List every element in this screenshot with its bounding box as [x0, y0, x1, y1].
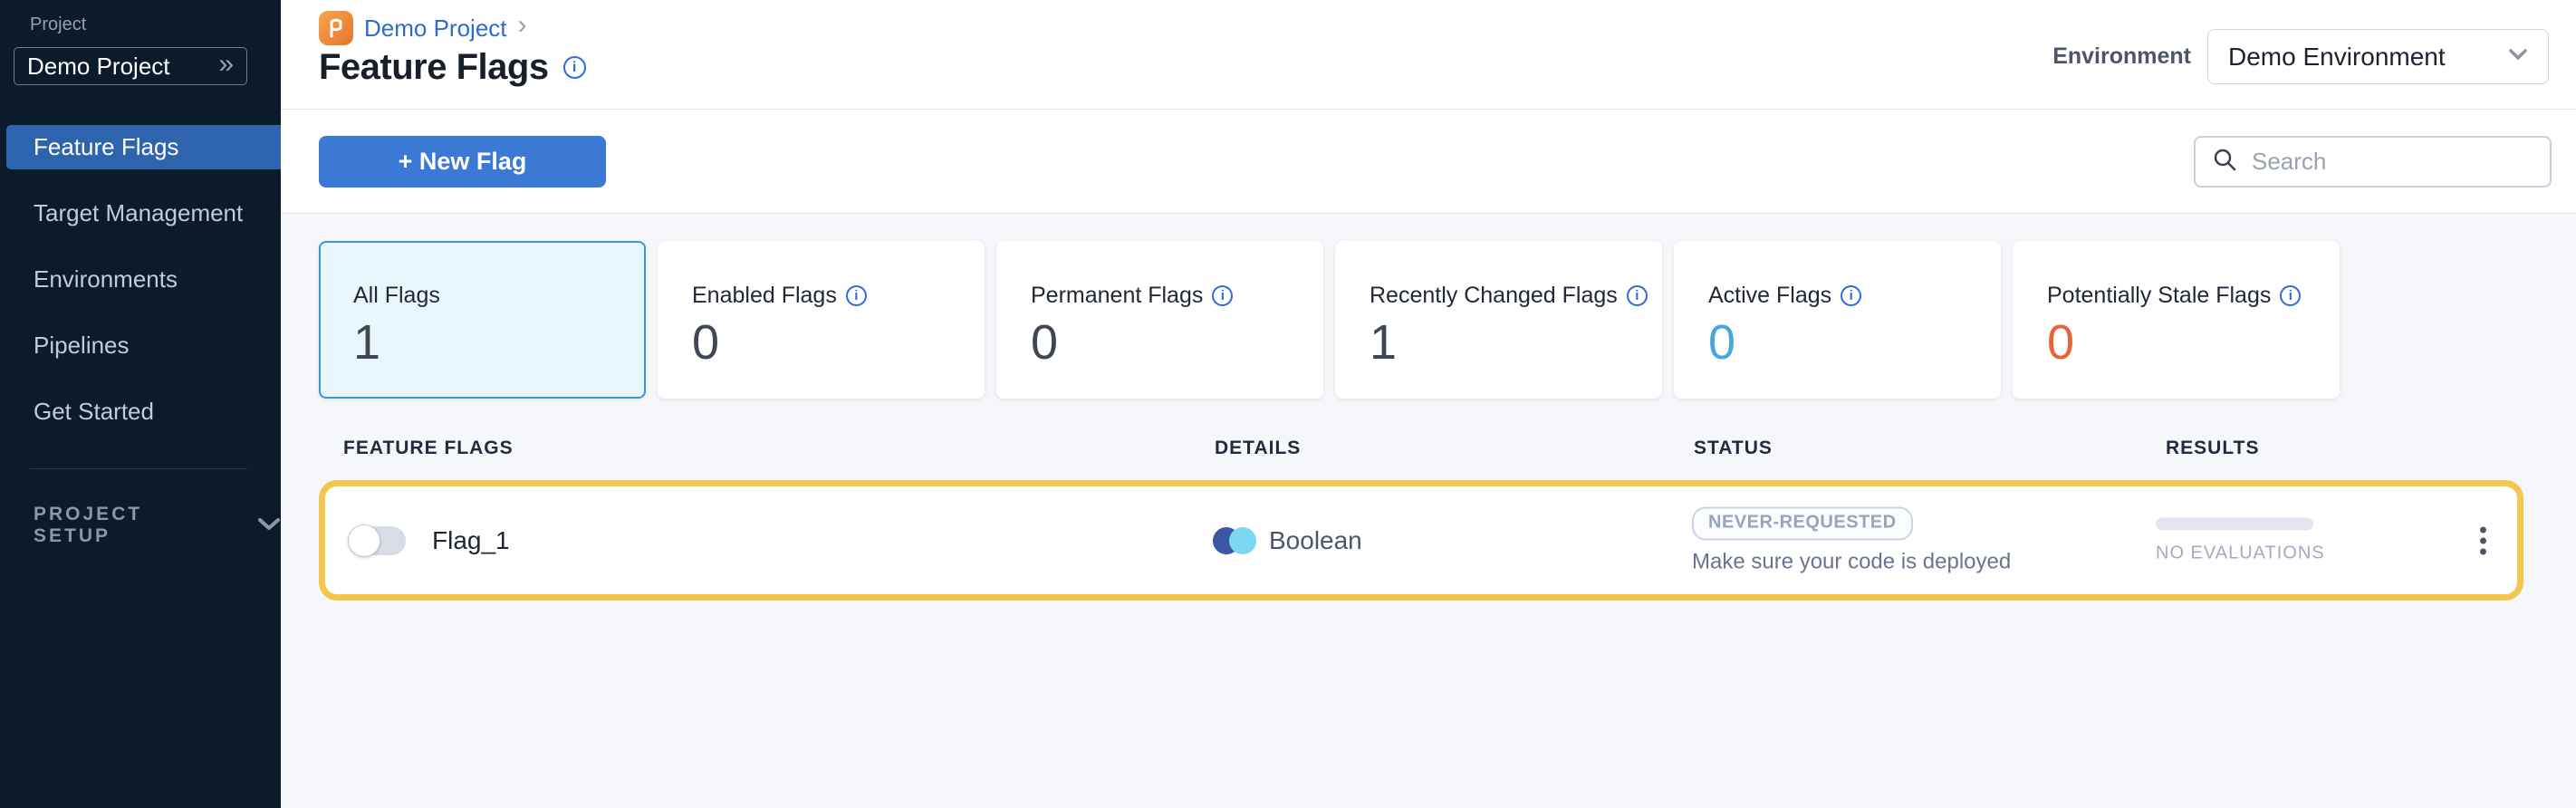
info-icon[interactable]: i	[1212, 285, 1233, 306]
environment-value: Demo Environment	[2228, 43, 2508, 72]
card-value: 0	[2047, 318, 2305, 367]
sidebar-nav: Feature Flags Target Management Environm…	[0, 125, 281, 456]
new-flag-button[interactable]: + New Flag	[319, 136, 606, 188]
page-header: Demo Project › Feature Flags i Environme…	[281, 0, 2576, 110]
breadcrumb: Demo Project ›	[319, 11, 527, 45]
sidebar-item-feature-flags[interactable]: Feature Flags	[6, 125, 281, 169]
double-chevron-right-icon[interactable]: »	[218, 51, 234, 78]
card-label: Recently Changed Flags	[1370, 283, 1618, 309]
card-active-flags[interactable]: Active Flags i 0	[1674, 241, 2001, 399]
flag-name[interactable]: Flag_1	[432, 526, 510, 555]
feature-flags-page: Project Demo Project » Feature Flags Tar…	[0, 0, 2576, 808]
search-box	[2194, 136, 2552, 188]
chevron-down-icon	[2508, 48, 2528, 65]
flag-type: Boolean	[1213, 526, 1362, 555]
project-name: Demo Project	[27, 53, 218, 81]
title-info-icon[interactable]: i	[563, 56, 586, 79]
search-input[interactable]	[2250, 147, 2557, 177]
sidebar-divider	[30, 468, 247, 469]
card-enabled-flags[interactable]: Enabled Flags i 0	[658, 241, 985, 399]
environment-label: Environment	[2052, 43, 2191, 70]
search-icon	[2212, 147, 2237, 177]
column-header-feature-flags: FEATURE FLAGS	[343, 438, 514, 459]
results-placeholder-bar	[2156, 517, 2313, 530]
flag-results: NO EVALUATIONS	[2156, 517, 2325, 563]
chevron-down-icon	[257, 516, 281, 535]
sidebar: Project Demo Project » Feature Flags Tar…	[0, 0, 281, 808]
column-header-details: DETAILS	[1215, 438, 1301, 459]
card-value: 1	[1370, 318, 1628, 367]
feature-flags-app-icon	[319, 11, 353, 45]
toolbar: + New Flag	[281, 110, 2576, 214]
flag-type-label: Boolean	[1269, 526, 1362, 555]
boolean-icon	[1213, 527, 1256, 554]
status-message: Make sure your code is deployed	[1692, 549, 2011, 574]
card-value: 0	[692, 318, 950, 367]
main-content: All Flags 1 Enabled Flags i 0 Permanent F…	[281, 214, 2576, 808]
card-label: Potentially Stale Flags	[2047, 283, 2271, 309]
card-label: Enabled Flags	[692, 283, 837, 309]
card-label: Permanent Flags	[1031, 283, 1203, 309]
sidebar-item-environments[interactable]: Environments	[6, 257, 281, 302]
flag-status: NEVER-REQUESTED Make sure your code is d…	[1692, 506, 2011, 574]
sidebar-item-target-management[interactable]: Target Management	[6, 191, 281, 236]
project-setup-section[interactable]: PROJECT SETUP	[34, 504, 281, 547]
card-value: 1	[353, 318, 611, 367]
breadcrumb-project-link[interactable]: Demo Project	[364, 14, 507, 43]
breadcrumb-chevron-icon: ›	[518, 12, 527, 39]
card-value: 0	[1031, 318, 1289, 367]
table-row-flag-1[interactable]: Flag_1 Boolean NEVER-REQUESTED Make sure…	[319, 480, 2523, 601]
project-selector[interactable]: Demo Project »	[14, 47, 247, 85]
project-setup-label: PROJECT SETUP	[34, 504, 223, 547]
card-potentially-stale-flags[interactable]: Potentially Stale Flags i 0	[2013, 241, 2340, 399]
status-badge: NEVER-REQUESTED	[1692, 506, 1913, 540]
toggle-knob	[348, 524, 380, 557]
column-header-results: RESULTS	[2166, 438, 2259, 459]
page-title: Feature Flags	[319, 47, 549, 88]
card-label: All Flags	[353, 283, 440, 309]
info-icon[interactable]: i	[846, 285, 867, 306]
info-icon[interactable]: i	[1841, 285, 1861, 306]
summary-cards: All Flags 1 Enabled Flags i 0 Permanent F…	[319, 241, 2340, 399]
results-label: NO EVALUATIONS	[2156, 543, 2325, 563]
card-permanent-flags[interactable]: Permanent Flags i 0	[996, 241, 1323, 399]
project-label: Project	[30, 14, 86, 35]
info-icon[interactable]: i	[2280, 285, 2301, 306]
info-icon[interactable]: i	[1627, 285, 1648, 306]
flag-toggle[interactable]	[350, 526, 406, 555]
column-header-status: STATUS	[1694, 438, 1773, 459]
sidebar-item-pipelines[interactable]: Pipelines	[6, 323, 281, 368]
card-label: Active Flags	[1708, 283, 1831, 309]
card-recently-changed-flags[interactable]: Recently Changed Flags i 1	[1335, 241, 1662, 399]
environment-select[interactable]: Demo Environment	[2207, 29, 2549, 84]
title-row: Feature Flags i	[319, 47, 586, 88]
card-value: 0	[1708, 318, 1966, 367]
environment-picker: Environment Demo Environment	[2052, 29, 2549, 84]
sidebar-item-get-started[interactable]: Get Started	[6, 390, 281, 434]
row-menu-kebab-icon[interactable]	[2475, 521, 2492, 560]
card-all-flags[interactable]: All Flags 1	[319, 241, 646, 399]
